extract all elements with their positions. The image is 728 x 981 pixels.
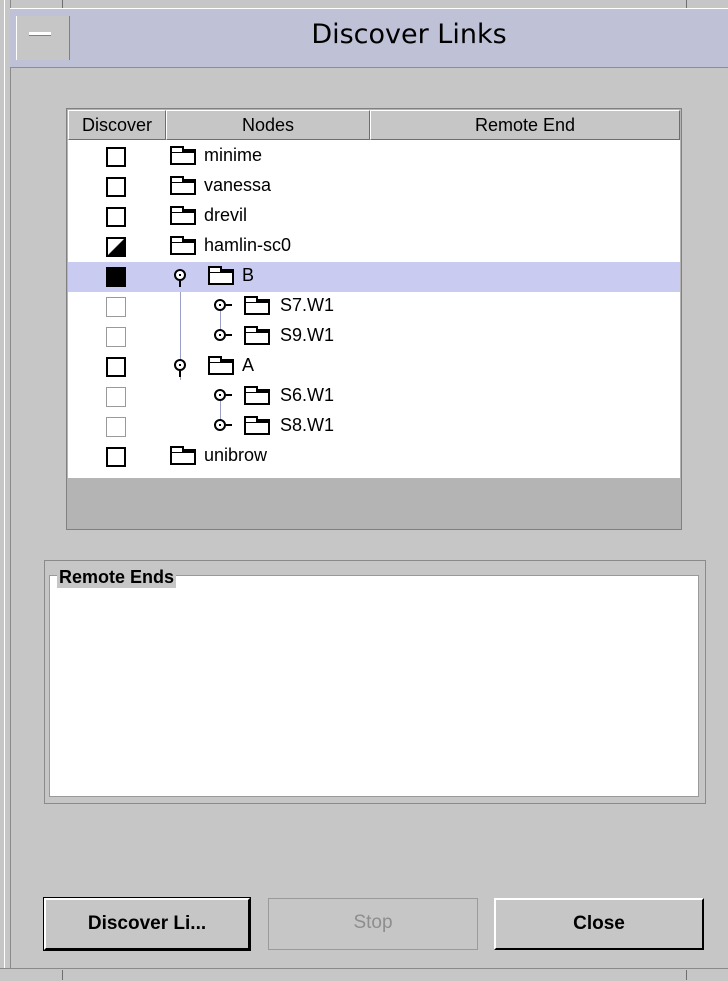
window-bottom-edge[interactable]: [0, 968, 728, 981]
folder-icon: [244, 416, 270, 435]
table-row[interactable]: B: [68, 262, 680, 292]
tree-collapse-icon[interactable]: [214, 389, 232, 401]
table-row[interactable]: minime: [68, 142, 680, 172]
remote-ends-list[interactable]: [49, 575, 699, 797]
discover-checkbox[interactable]: [106, 267, 126, 287]
node-label: minime: [204, 145, 263, 165]
node-label: S8.W1: [280, 415, 335, 435]
folder-icon: [244, 296, 270, 315]
window-left-edge[interactable]: [0, 0, 11, 980]
window-menu-button[interactable]: [16, 16, 70, 60]
remote-ends-title: Remote Ends: [57, 567, 177, 588]
table-row[interactable]: vanessa: [68, 172, 680, 202]
tree-collapse-icon[interactable]: [214, 299, 232, 311]
column-header-nodes[interactable]: Nodes: [166, 110, 370, 140]
folder-icon: [170, 146, 196, 165]
tree-collapse-icon[interactable]: [214, 329, 232, 341]
remote-ends-group: Remote Ends: [44, 560, 706, 804]
discover-checkbox[interactable]: [106, 237, 126, 257]
discover-checkbox[interactable]: [106, 357, 126, 377]
tree-expand-icon[interactable]: [174, 269, 186, 287]
stop-button: Stop: [268, 898, 478, 950]
discover-checkbox[interactable]: [106, 147, 126, 167]
frame-tick: [686, 970, 687, 980]
discover-checkbox: [106, 387, 126, 407]
folder-icon: [170, 206, 196, 225]
column-header-discover[interactable]: Discover: [68, 110, 166, 140]
minus-icon: [29, 32, 51, 36]
discover-links-label: Discover Li...: [87, 913, 207, 934]
table-body: minime vanessa drevil hamlin-sc0 B S7.W1…: [68, 140, 680, 478]
table-row[interactable]: hamlin-sc0: [68, 232, 680, 262]
frame-tick: [62, 970, 63, 980]
node-label: drevil: [204, 205, 248, 225]
close-label: Close: [573, 913, 625, 934]
node-label: B: [242, 265, 255, 285]
discover-checkbox[interactable]: [106, 177, 126, 197]
table-row[interactable]: S6.W1: [68, 382, 680, 412]
frame-tick: [686, 0, 687, 8]
table-header: Discover Nodes Remote End: [68, 110, 680, 140]
node-label: unibrow: [204, 445, 268, 465]
close-button[interactable]: Close: [494, 898, 704, 950]
folder-icon: [244, 326, 270, 345]
tree-expand-icon[interactable]: [174, 359, 186, 377]
discover-checkbox: [106, 417, 126, 437]
discover-checkbox: [106, 297, 126, 317]
frame-tick: [62, 0, 63, 8]
folder-icon: [244, 386, 270, 405]
node-label: S9.W1: [280, 325, 335, 345]
title-bar[interactable]: Discover Links: [10, 8, 728, 68]
table-row[interactable]: S8.W1: [68, 412, 680, 442]
folder-icon: [170, 236, 196, 255]
node-label: S6.W1: [280, 385, 335, 405]
dialog-window: Discover Links Discover Nodes Remote End…: [0, 0, 728, 981]
discover-checkbox[interactable]: [106, 447, 126, 467]
node-label: A: [242, 355, 255, 375]
column-header-remote-end[interactable]: Remote End: [370, 110, 680, 140]
folder-icon: [208, 356, 234, 375]
stop-label: Stop: [353, 912, 393, 933]
folder-icon: [208, 266, 234, 285]
folder-icon: [170, 176, 196, 195]
node-label: hamlin-sc0: [204, 235, 292, 255]
window-title: Discover Links: [311, 19, 507, 50]
folder-icon: [170, 446, 196, 465]
discover-checkbox[interactable]: [106, 207, 126, 227]
node-label: vanessa: [204, 175, 272, 195]
node-label: S7.W1: [280, 295, 335, 315]
table-row[interactable]: S7.W1: [68, 292, 680, 322]
discover-checkbox: [106, 327, 126, 347]
table-row[interactable]: A: [68, 352, 680, 382]
table-row[interactable]: unibrow: [68, 442, 680, 472]
links-table: Discover Nodes Remote End minime vanessa: [66, 108, 682, 530]
tree-collapse-icon[interactable]: [214, 419, 232, 431]
table-row[interactable]: drevil: [68, 202, 680, 232]
discover-links-button[interactable]: Discover Li...: [43, 897, 251, 951]
table-row[interactable]: S9.W1: [68, 322, 680, 352]
